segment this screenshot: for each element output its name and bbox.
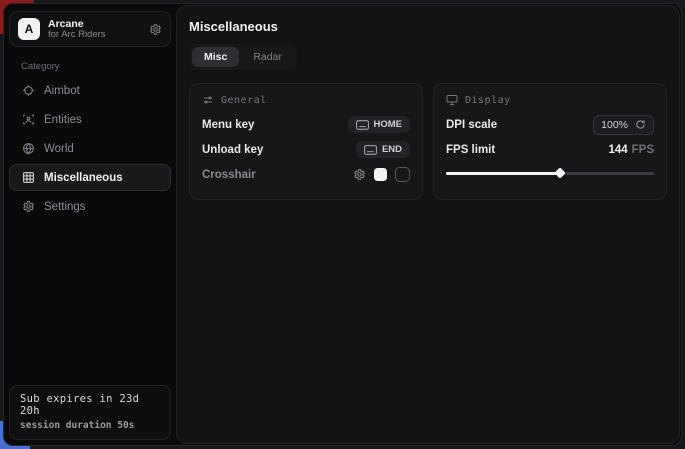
refresh-icon[interactable] [635, 119, 646, 130]
slider-fill [446, 172, 560, 175]
menu-key-bind-button[interactable]: HOME [348, 116, 411, 133]
session-duration-text: session duration 50s [20, 420, 160, 431]
unload-key-bind-button[interactable]: END [356, 141, 410, 158]
app-subtitle: for Arc Riders [48, 30, 141, 41]
display-card: Display DPI scale 100% FPS limit 144FPS [433, 83, 667, 200]
crosshair-row: Crosshair [202, 162, 410, 187]
dpi-scale-value: 100% [601, 119, 628, 131]
sidebar-item-label: Aimbot [44, 85, 80, 97]
category-label: Category [21, 61, 171, 72]
general-card-header: General [202, 94, 410, 106]
general-card-title: General [221, 95, 267, 106]
tab-bar: Misc Radar [189, 44, 297, 70]
sidebar-item-label: Miscellaneous [44, 172, 123, 184]
fps-limit-row: FPS limit 144FPS [446, 137, 654, 162]
keyboard-icon [364, 145, 377, 155]
gear-icon[interactable] [353, 168, 366, 181]
sidebar-item-label: World [44, 143, 74, 155]
sidebar-item-label: Settings [44, 201, 86, 213]
app-window: A Arcane for Arc Riders Category Aimbot [3, 3, 682, 446]
gear-icon [21, 200, 35, 213]
subscription-info-card: Sub expires in 23d 20h session duration … [9, 385, 171, 440]
app-name: Arcane [48, 18, 141, 30]
unload-key-value: END [382, 144, 402, 155]
sidebar-item-entities[interactable]: Entities [9, 106, 171, 133]
menu-key-value: HOME [374, 119, 403, 130]
unload-key-label: Unload key [202, 144, 263, 156]
crosshair-controls [353, 167, 410, 182]
unload-key-row: Unload key END [202, 137, 410, 162]
dpi-scale-control[interactable]: 100% [593, 115, 654, 135]
sidebar-item-settings[interactable]: Settings [9, 193, 171, 220]
gear-icon[interactable] [149, 23, 162, 36]
dpi-scale-label: DPI scale [446, 119, 497, 131]
crosshair-label: Crosshair [202, 169, 256, 181]
main-panel: Miscellaneous Misc Radar General Menu ke… [176, 5, 680, 444]
monitor-icon [446, 94, 458, 106]
sub-expiry-text: Sub expires in 23d 20h [20, 393, 160, 417]
sidebar-item-label: Entities [44, 114, 82, 126]
crosshair-checkbox[interactable] [395, 167, 410, 182]
brand-text: Arcane for Arc Riders [48, 18, 141, 41]
avatar: A [18, 18, 40, 40]
crosshair-icon [21, 84, 35, 97]
entities-icon [21, 113, 35, 126]
slider-thumb[interactable] [555, 167, 566, 178]
sidebar-item-world[interactable]: World [9, 135, 171, 162]
tab-misc[interactable]: Misc [192, 47, 239, 67]
sidebar-item-aimbot[interactable]: Aimbot [9, 77, 171, 104]
grid-icon [21, 171, 35, 184]
cards-row: General Menu key HOME Unload key [189, 83, 667, 200]
sidebar-nav: Aimbot Entities World Miscellaneous [9, 76, 171, 221]
sidebar: A Arcane for Arc Riders Category Aimbot [4, 4, 176, 445]
menu-key-label: Menu key [202, 119, 254, 131]
fps-limit-label: FPS limit [446, 144, 495, 156]
globe-icon [21, 142, 35, 155]
dpi-scale-row: DPI scale 100% [446, 112, 654, 137]
display-card-title: Display [465, 95, 511, 106]
general-card: General Menu key HOME Unload key [189, 83, 423, 200]
sliders-icon [202, 94, 214, 106]
fps-limit-value: 144FPS [608, 144, 654, 156]
crosshair-color-swatch[interactable] [374, 168, 387, 181]
page-title: Miscellaneous [189, 19, 667, 34]
display-card-header: Display [446, 94, 654, 106]
fps-limit-slider[interactable] [446, 166, 654, 180]
brand-card: A Arcane for Arc Riders [9, 11, 171, 47]
tab-radar[interactable]: Radar [241, 47, 294, 67]
menu-key-row: Menu key HOME [202, 112, 410, 137]
sidebar-item-miscellaneous[interactable]: Miscellaneous [9, 164, 171, 191]
keyboard-icon [356, 120, 369, 130]
